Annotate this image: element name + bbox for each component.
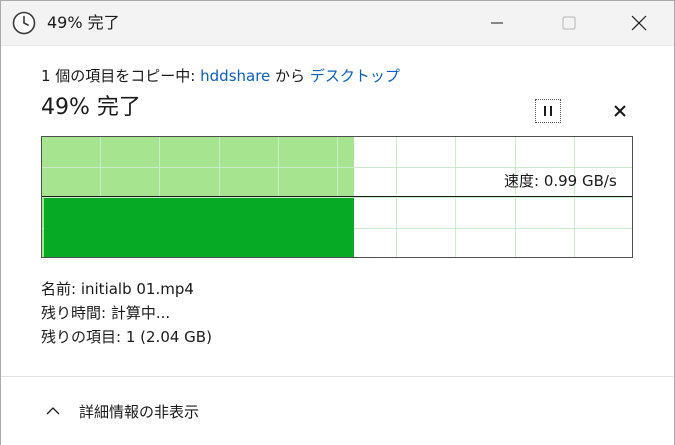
transfer-speed-graph [41,136,633,258]
title-bar[interactable]: 49% 完了 [1,1,674,46]
file-copy-dialog: 49% 完了 1 個の項目をコピー中: hddshare から デスクトップ 4… [0,0,675,445]
progress-percent-heading: 49% 完了 [41,95,141,120]
close-button[interactable] [603,1,675,45]
destination-link[interactable]: デスクトップ [310,67,400,85]
source-link[interactable]: hddshare [200,67,270,85]
clock-icon [12,11,36,35]
items-remaining-label: 残りの項目: [41,328,122,346]
cancel-icon [614,105,626,117]
detail-row-time: 残り時間: 計算中... [41,301,212,325]
minimize-button[interactable] [461,1,533,45]
copy-status-prefix: 1 個の項目をコピー中: [41,67,201,85]
close-icon [631,15,647,31]
copy-status-line: 1 個の項目をコピー中: hddshare から デスクトップ [41,65,400,87]
items-remaining-value: 1 (2.04 GB) [125,328,212,346]
detail-row-name: 名前: initialb 01.mp4 [41,277,212,301]
time-remaining-label: 残り時間: [41,304,107,322]
transfer-details: 名前: initialb 01.mp4 残り時間: 計算中... 残りの項目: … [41,277,212,349]
window-title: 49% 完了 [47,13,120,32]
copy-status-middle: から [270,67,310,85]
pause-button[interactable] [535,99,561,123]
maximize-icon [562,16,576,30]
speed-label: 速度: 0.99 GB/s [504,172,617,190]
chevron-up-icon [46,407,60,415]
speed-history-fill [44,198,354,257]
minimize-icon [491,22,503,24]
detail-row-items: 残りの項目: 1 (2.04 GB) [41,325,212,349]
name-value: initialb 01.mp4 [80,280,194,298]
name-label: 名前: [41,280,77,298]
pause-icon [544,106,552,116]
cancel-button[interactable] [607,99,633,123]
time-remaining-value: 計算中... [110,304,171,322]
fewer-details-label: 詳細情報の非表示 [79,402,200,421]
fewer-details-toggle[interactable]: 詳細情報の非表示 [45,399,199,423]
footer-bar: 詳細情報の非表示 [1,376,674,445]
maximize-button[interactable] [533,1,605,45]
